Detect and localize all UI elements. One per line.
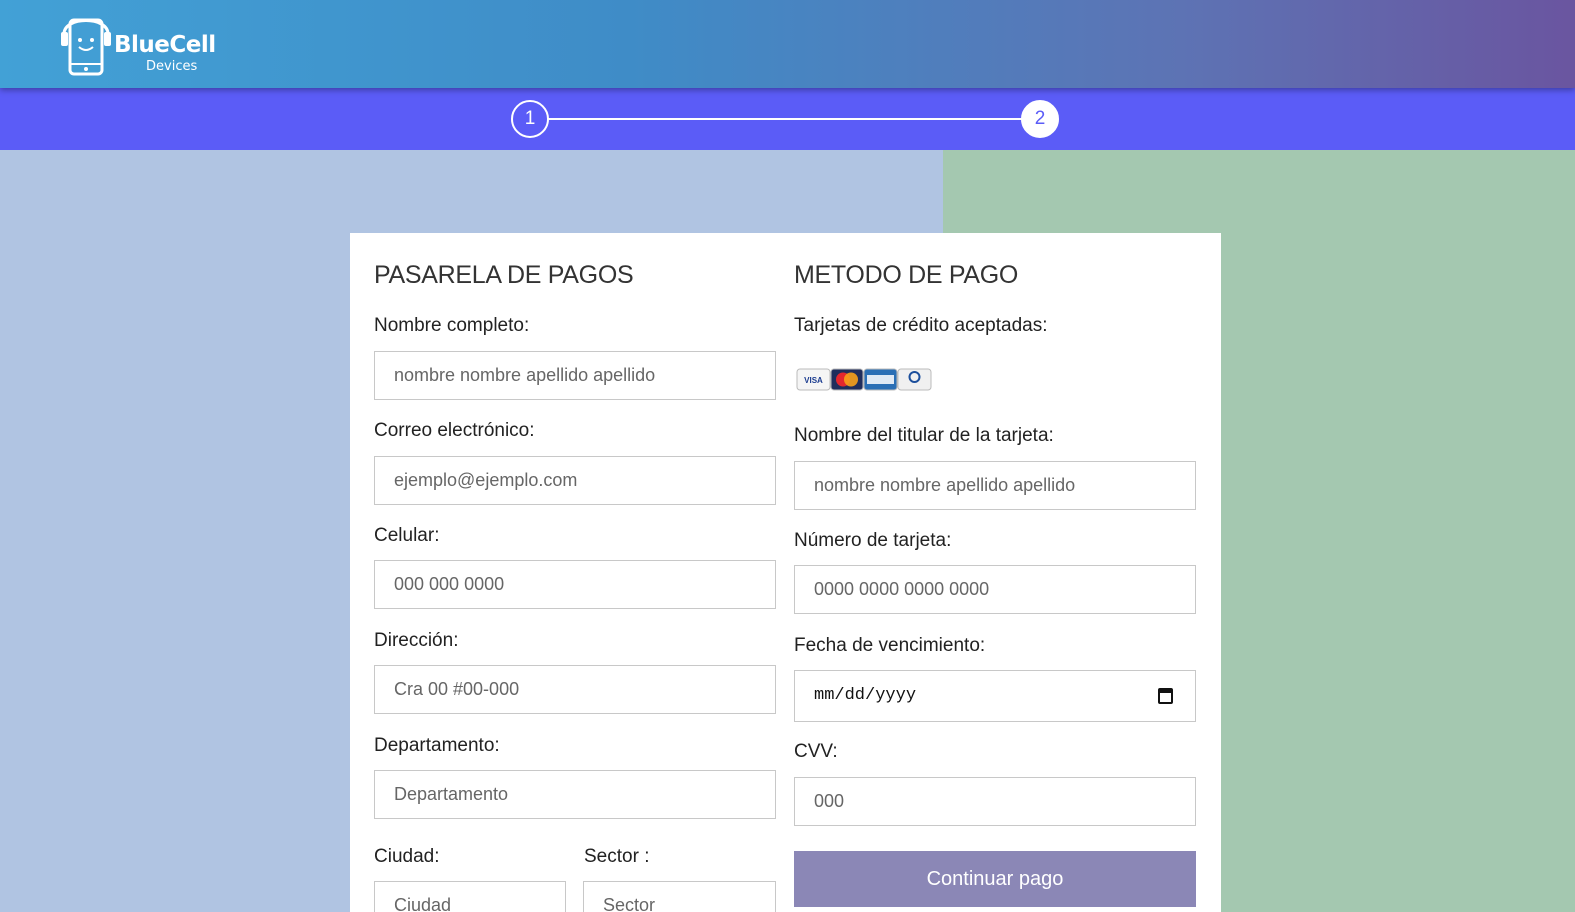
expiry-date-placeholder: mm/dd/yyyy (814, 686, 917, 705)
progress-stepper: 1 2 (0, 88, 1575, 150)
header: BlueCell Devices (0, 0, 1575, 88)
sector-input[interactable]: Sector (583, 881, 776, 912)
card-holder-input[interactable]: nombre nombre apellido apellido (794, 461, 1196, 510)
address-label: Dirección: (374, 630, 459, 651)
department-input[interactable]: Departamento (374, 770, 776, 819)
cvv-label: CVV: (794, 741, 838, 762)
city-label: Ciudad: (374, 846, 440, 867)
accepted-cards-icon: VISA (796, 368, 932, 391)
payment-card: PASARELA DE PAGOS Nombre completo: nombr… (350, 233, 1221, 912)
phone-label: Celular: (374, 525, 440, 546)
phone-input[interactable]: 000 000 0000 (374, 560, 776, 609)
email-input[interactable]: ejemplo@ejemplo.com (374, 456, 776, 505)
phone-headphones-icon (61, 18, 111, 76)
email-label: Correo electrónico: (374, 420, 535, 441)
calendar-icon[interactable] (1158, 688, 1173, 704)
department-label: Departamento: (374, 735, 500, 756)
city-input[interactable]: Ciudad (374, 881, 566, 912)
brand-subtitle: Devices (146, 59, 198, 74)
card-number-input[interactable]: 0000 0000 0000 0000 (794, 565, 1196, 614)
step-connector (548, 118, 1024, 120)
continue-payment-button[interactable]: Continuar pago (794, 851, 1196, 907)
expiry-label: Fecha de vencimiento: (794, 635, 986, 656)
expiry-date-input[interactable]: mm/dd/yyyy (794, 670, 1196, 722)
cvv-input[interactable]: 000 (794, 777, 1196, 826)
full-name-input[interactable]: nombre nombre apellido apellido (374, 351, 776, 400)
full-name-label: Nombre completo: (374, 315, 530, 336)
sector-label: Sector : (584, 846, 650, 867)
brand-logo[interactable]: BlueCell Devices (58, 8, 228, 78)
step-1[interactable]: 1 (511, 100, 549, 138)
accepted-cards-label: Tarjetas de crédito aceptadas: (794, 315, 1048, 336)
payment-gateway-title: PASARELA DE PAGOS (374, 261, 634, 289)
step-2-active[interactable]: 2 (1021, 100, 1059, 138)
card-number-label: Número de tarjeta: (794, 530, 952, 551)
brand-name: BlueCell (114, 32, 216, 58)
card-holder-label: Nombre del titular de la tarjeta: (794, 425, 1054, 446)
payment-method-title: METODO DE PAGO (794, 261, 1019, 289)
svg-text:VISA: VISA (804, 376, 823, 385)
address-input[interactable]: Cra 00 #00-000 (374, 665, 776, 714)
